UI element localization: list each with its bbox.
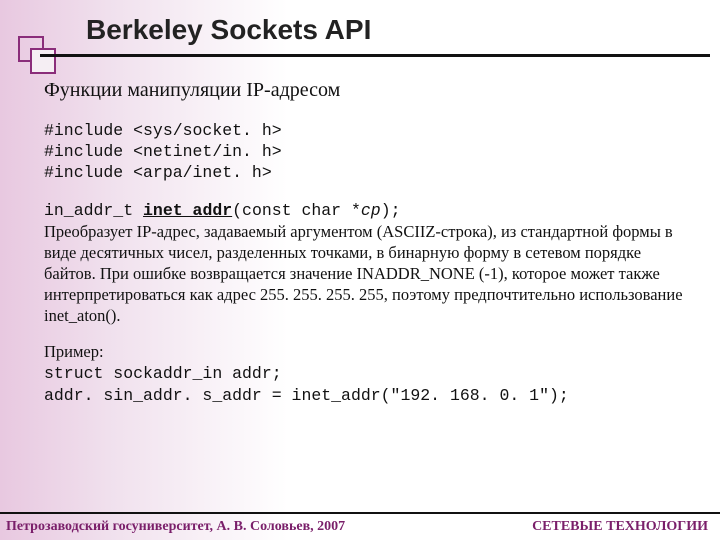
slide-title: Berkeley Sockets API — [86, 14, 371, 46]
title-rule — [40, 54, 710, 57]
function-description: in_addr_t inet_addr(const char *cp); Пре… — [44, 199, 692, 327]
sig-args-var: cp — [361, 201, 381, 220]
sig-function-name: inet_addr — [143, 201, 232, 220]
include-block: #include <sys/socket. h> #include <netin… — [44, 120, 692, 183]
slide-footer: Петрозаводский госуниверситет, А. В. Сол… — [0, 512, 720, 540]
description-text: Преобразует IP-адрес, задаваемый аргумен… — [44, 222, 683, 325]
section-subtitle: Функции манипуляции IP-адресом — [44, 78, 692, 104]
sig-args-open: (const char * — [232, 201, 361, 220]
slide-content: Функции манипуляции IP-адресом #include … — [44, 78, 692, 420]
sig-args-close: ); — [381, 201, 401, 220]
example-block: Пример: struct sockaddr_in addr; addr. s… — [44, 341, 692, 406]
footer-right: СЕТЕВЫЕ ТЕХНОЛОГИИ — [532, 519, 708, 535]
footer-left: Петрозаводский госуниверситет, А. В. Сол… — [6, 519, 345, 535]
sig-return-type: in_addr_t — [44, 201, 143, 220]
example-label: Пример: — [44, 342, 104, 361]
example-code: struct sockaddr_in addr; addr. sin_addr.… — [44, 364, 569, 405]
